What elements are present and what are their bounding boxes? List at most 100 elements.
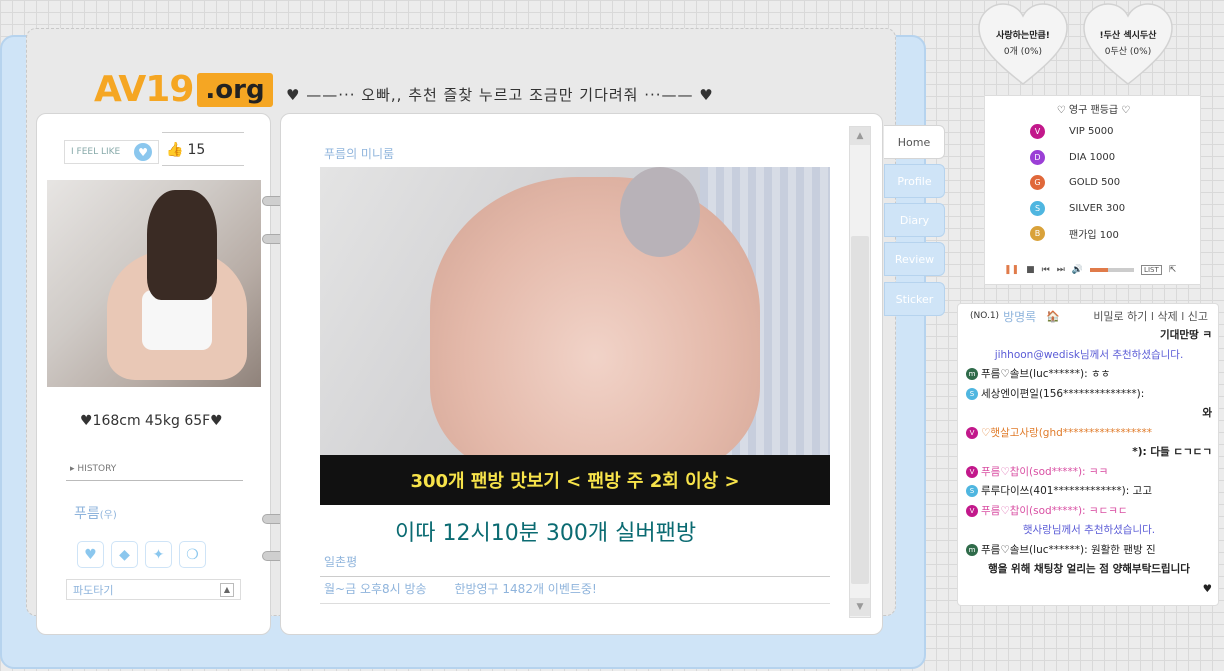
feel-like-label: I FEEL LIKE <box>71 147 121 157</box>
tab-diary[interactable]: Diary <box>884 203 945 237</box>
feel-like-box[interactable]: I FEEL LIKE ♥ <box>64 140 159 164</box>
user-badge-icon: V <box>966 504 978 517</box>
heart-sub: 0개 (0%) <box>1003 47 1043 57</box>
scroll-down-icon[interactable]: ▼ <box>850 598 870 616</box>
rank-row: D DIA 1000 <box>1030 149 1170 165</box>
user-badge-icon: m <box>966 543 978 556</box>
history-link[interactable]: ▸ HISTORY <box>70 464 116 474</box>
thumbs-up-icon: 👍 <box>166 142 184 158</box>
divider <box>66 480 243 481</box>
guestbook-text: 행을 위해 채팅창 얼리는 점 양해부탁드립니다 <box>988 563 1190 575</box>
nickname: 푸름(우) <box>74 503 117 523</box>
popout-icon[interactable]: ⇱ <box>1169 265 1177 275</box>
guestbook-text: 세상엔이편일(156**************): <box>981 387 1145 400</box>
wave-select[interactable]: 파도타기 ▲ <box>66 579 241 600</box>
rank-label: GOLD 500 <box>1069 177 1121 188</box>
review-title: 일촌평 <box>324 555 358 569</box>
rank-badge-icon: S <box>1030 200 1045 216</box>
guestbook-entry: 햇사랑님께서 추천하셨습니다. <box>958 523 1218 537</box>
rank-row: S SILVER 300 <box>1030 200 1170 216</box>
guestbook-text: ♡햇살고사랑(ghd***************** <box>981 426 1153 439</box>
guestbook-entry: V ♡햇살고사랑(ghd***************** <box>958 426 1218 440</box>
wave-label: 파도타기 <box>73 583 114 597</box>
guestbook-text: ♥ <box>1202 582 1212 595</box>
guestbook-header: (NO.1) 방명록 🏠 비밀로 하기 l 삭제 l 신고 <box>958 304 1218 328</box>
guestbook-entry: 와 <box>958 406 1218 420</box>
brand-logo[interactable]: AV19 .org <box>94 69 273 110</box>
guestbook-text: 기대만땅 ㅋ <box>1160 329 1212 341</box>
heart-widget-love[interactable]: 사랑하는만큼! 0개 (0%) <box>975 2 1071 88</box>
guestbook-text: jihhoon@wedisk님께서 추천하셨습니다. <box>994 348 1184 361</box>
rank-badge-icon: D <box>1030 149 1045 165</box>
divider <box>162 165 244 166</box>
pause-icon[interactable]: ❚❚ <box>1004 265 1019 275</box>
guestbook-text: 햇사랑님께서 추천하셨습니다. <box>1022 524 1156 536</box>
user-badge-icon: V <box>966 465 978 478</box>
tab-review[interactable]: Review <box>884 242 945 276</box>
guestbook-panel: (NO.1) 방명록 🏠 비밀로 하기 l 삭제 l 신고 기대만땅 ㅋ jihh… <box>957 303 1219 606</box>
like-counter[interactable]: 👍 15 <box>166 142 205 158</box>
review-item: 월~금 오후8시 방송 <box>324 582 427 596</box>
rank-label: 팬가입 100 <box>1069 230 1119 241</box>
tab-sticker[interactable]: Sticker <box>884 282 945 316</box>
stop-icon[interactable]: ■ <box>1026 265 1035 275</box>
user-badge-icon: S <box>966 485 978 497</box>
profile-stats: ♥168cm 45kg 65F♥ <box>80 413 223 429</box>
heart-title: 사랑하는만큼! <box>996 31 1050 41</box>
video-player[interactable]: 300개 팬방 맛보기 < 팬방 주 2회 이상 > <box>320 167 830 531</box>
scroll-up-icon[interactable]: ▲ <box>850 127 870 145</box>
tab-home[interactable]: Home <box>884 125 945 159</box>
user-badge-icon: m <box>966 368 978 380</box>
diamond-icon[interactable]: ◆ <box>111 541 138 568</box>
guestbook-no: (NO.1) <box>970 311 1000 321</box>
rank-title: ♡ 영구 팬등급 ♡ <box>1056 105 1131 116</box>
guestbook-text: 푸름♡솔브(luc******): ㅎㅎ <box>981 368 1111 380</box>
guestbook-text: *): 다들 ㄷㄱㄷㄱ <box>1132 446 1212 458</box>
chat-bubble-icon[interactable]: ❍ <box>179 541 206 568</box>
heart-icon[interactable]: ♥ <box>77 541 104 568</box>
scrollbar-thumb[interactable] <box>851 236 869 584</box>
guestbook-entry: V 푸름♡찹이(sod*****): ㅋㅋ <box>958 465 1218 479</box>
chevron-up-icon[interactable]: ▲ <box>220 582 234 597</box>
video-caption: 300개 팬방 맛보기 < 팬방 주 2회 이상 > <box>410 471 740 492</box>
brand-name: AV19 <box>94 69 194 110</box>
divider <box>162 132 244 133</box>
volume-icon[interactable]: 🔊 <box>1072 265 1083 275</box>
guestbook-entry: m 푸름♡솔브(luc******): ㅎㅎ <box>958 367 1218 381</box>
guestbook-title: 방명록 <box>1003 309 1037 324</box>
next-icon[interactable]: ⏭ <box>1057 265 1065 275</box>
rank-row: G GOLD 500 <box>1030 175 1170 190</box>
volume-slider[interactable] <box>1090 268 1135 272</box>
sparkle-icon[interactable]: ✦ <box>145 541 172 568</box>
guestbook-actions[interactable]: 비밀로 하기 l 삭제 l 신고 <box>1093 308 1208 324</box>
guestbook-entry: S 루루다이쓰(401*************): 고고 <box>958 484 1218 498</box>
profile-icon-row: ♥ ◆ ✦ ❍ <box>77 541 206 568</box>
guestbook-entry: 기대만땅 ㅋ <box>958 328 1218 342</box>
prev-icon[interactable]: ⏮ <box>1042 265 1050 275</box>
guestbook-entry: m 푸름♡솔브(luc******): 원활한 팬방 진 <box>958 543 1218 557</box>
review-item: 한방영구 1482개 이벤트중! <box>454 582 597 596</box>
brand-tld: .org <box>197 72 273 107</box>
nickname-text: 푸름 <box>74 506 100 522</box>
rank-row: B 팬가입 100 <box>1030 226 1170 241</box>
divider <box>320 576 830 577</box>
user-badge-icon: V <box>966 426 978 439</box>
heart-title: !두산 섹시두산 <box>1099 31 1157 41</box>
video-caption-bar: 300개 팬방 맛보기 < 팬방 주 2회 이상 > <box>320 455 830 505</box>
list-button[interactable]: LIST <box>1141 265 1162 275</box>
guestbook-text: 루루다이쓰(401*************): 고고 <box>981 485 1152 497</box>
profile-photo[interactable] <box>47 180 261 387</box>
guestbook-entry: 행을 위해 채팅창 얼리는 점 양해부탁드립니다 <box>958 562 1218 576</box>
guestbook-entry: S 세상엔이편일(156**************): <box>958 387 1218 401</box>
guestbook-text: 푸름♡찹이(sod*****): ㅋㅋ <box>981 465 1109 478</box>
tab-profile[interactable]: Profile <box>884 164 945 198</box>
heart-sub: 0두산 (0%) <box>1104 47 1152 57</box>
guestbook-entry: ♥ <box>958 582 1218 596</box>
house-icon: 🏠 <box>1046 309 1060 323</box>
like-count: 15 <box>187 142 206 158</box>
heart-widget-doosan[interactable]: !두산 섹시두산 0두산 (0%) <box>1080 2 1176 88</box>
miniroom-title: 푸름의 미니룸 <box>324 147 395 161</box>
guestbook-entry: jihhoon@wedisk님께서 추천하셨습니다. <box>958 348 1218 362</box>
guestbook-entry: *): 다들 ㄷㄱㄷㄱ <box>958 445 1218 459</box>
guestbook-text: 푸름♡솔브(luc******): 원활한 팬방 진 <box>981 543 1156 556</box>
